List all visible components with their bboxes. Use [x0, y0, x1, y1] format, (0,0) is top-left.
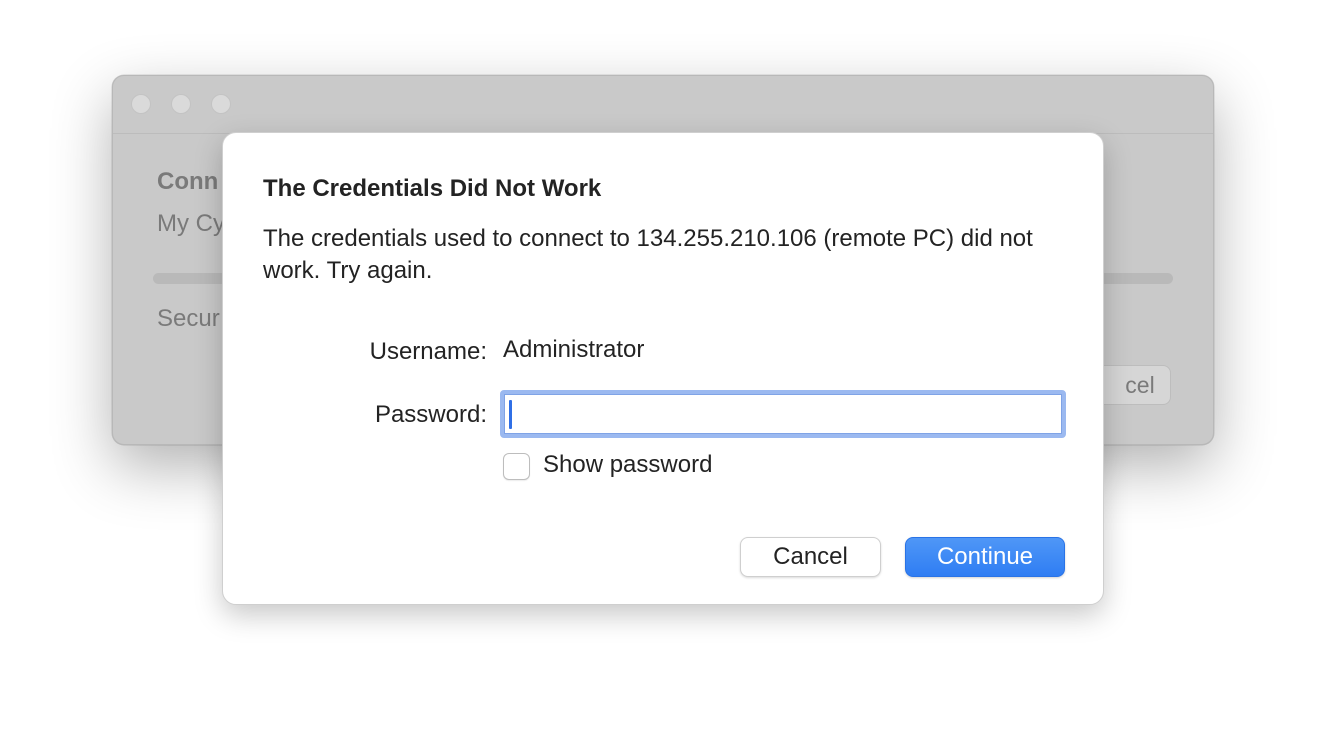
minimize-window-button[interactable] — [171, 94, 191, 114]
continue-button[interactable]: Continue — [905, 537, 1065, 577]
cancel-button[interactable]: Cancel — [740, 537, 881, 577]
dialog-message: The credentials used to connect to 134.2… — [263, 225, 1033, 284]
security-status-text: Secur — [157, 305, 220, 332]
dialog-title: The Credentials Did Not Work — [263, 175, 602, 202]
zoom-window-button[interactable] — [211, 94, 231, 114]
close-window-button[interactable] — [131, 94, 151, 114]
show-password-label[interactable]: Show password — [543, 451, 712, 479]
background-cancel-label: cel — [1125, 372, 1155, 398]
password-field[interactable] — [500, 390, 1066, 438]
password-label: Password: — [374, 401, 487, 428]
credentials-error-dialog: The Credentials Did Not Work The credent… — [222, 132, 1104, 605]
text-cursor — [509, 400, 512, 429]
username-label: Username: — [369, 338, 487, 365]
connection-heading: Conn — [157, 168, 219, 195]
username-value: Administrator — [503, 336, 645, 363]
connection-name: My Cy — [157, 210, 225, 237]
window-titlebar — [113, 76, 1213, 134]
show-password-checkbox[interactable] — [503, 453, 530, 480]
desktop: Conn My Cy Secur cel The Credentials Did… — [0, 0, 1324, 754]
